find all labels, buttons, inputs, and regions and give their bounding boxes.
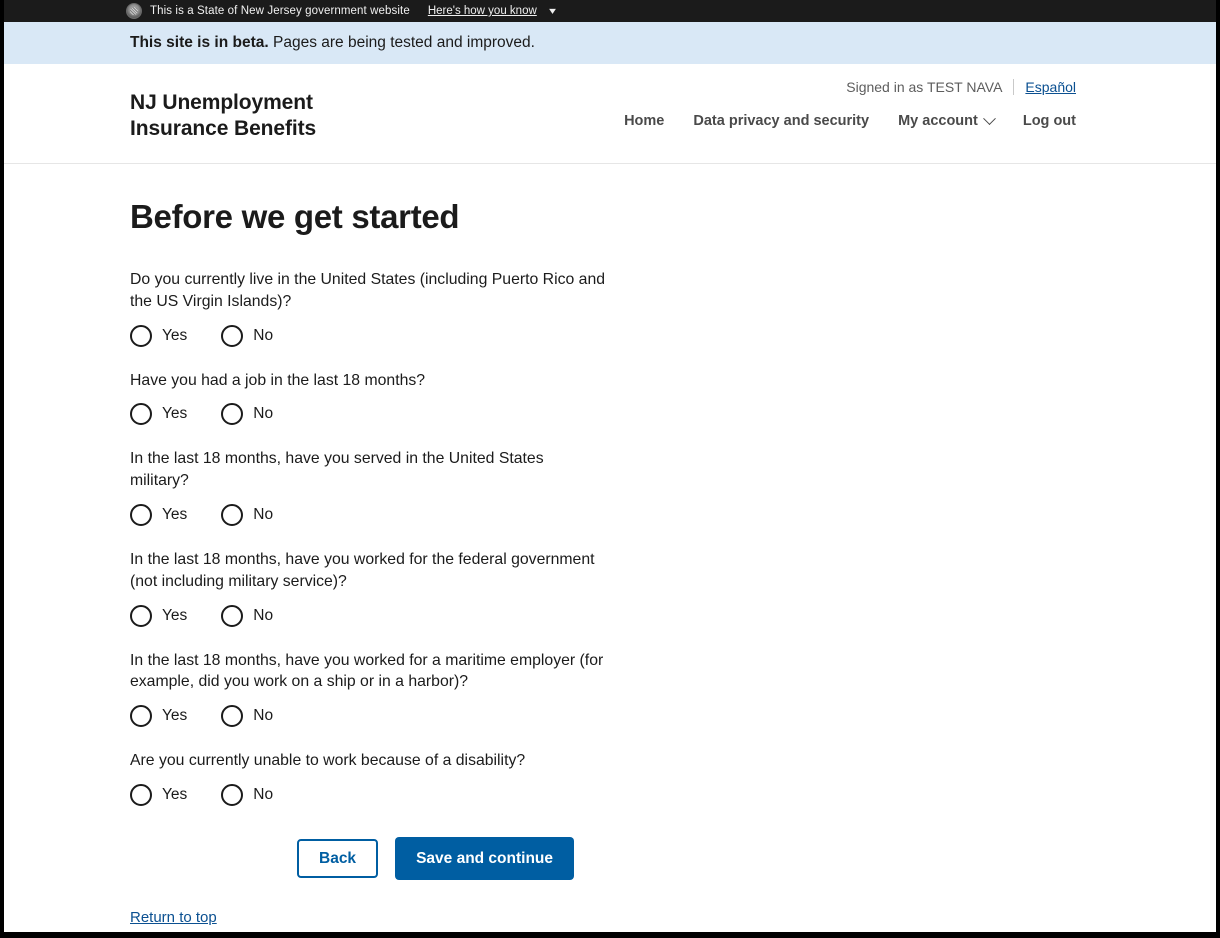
radio-label: Yes: [162, 405, 188, 423]
radio-option-military-service-no[interactable]: No: [221, 503, 274, 526]
radio-option-recent-job-yes[interactable]: Yes: [130, 403, 188, 426]
question-block-recent-job: Have you had a job in the last 18 months…: [130, 370, 1216, 426]
radio-option-disability-no[interactable]: No: [221, 783, 274, 806]
radio-group-disability: Yes No: [130, 783, 1216, 806]
radio-group-federal-employment: Yes No: [130, 604, 1216, 627]
nav-item-data-privacy-label: Data privacy and security: [693, 113, 870, 130]
radio-label: Yes: [162, 505, 188, 523]
question-label: In the last 18 months, have you served i…: [130, 450, 544, 490]
radio-circle-icon[interactable]: [130, 403, 152, 426]
how-you-know-link[interactable]: Here's how you know: [428, 5, 537, 17]
radio-circle-icon[interactable]: [221, 783, 244, 806]
chevron-down-icon: [982, 112, 996, 125]
nav-item-log-out[interactable]: Log out: [1023, 113, 1076, 129]
question-label: In the last 18 months, have you worked f…: [130, 651, 604, 691]
beta-banner-rest: Pages are being tested and improved.: [268, 34, 535, 51]
radio-option-disability-yes[interactable]: Yes: [130, 783, 188, 806]
question-block-maritime-employer: In the last 18 months, have you worked f…: [130, 650, 1216, 728]
radio-circle-icon[interactable]: [221, 324, 244, 347]
radio-circle-icon[interactable]: [130, 604, 152, 627]
radio-circle-icon[interactable]: [221, 503, 244, 526]
radio-label: Yes: [162, 707, 188, 725]
question-block-military-service: In the last 18 months, have you served i…: [130, 448, 1216, 526]
question-block-residency: Do you currently live in the United Stat…: [130, 269, 1216, 347]
radio-option-federal-employment-no[interactable]: No: [221, 604, 274, 627]
radio-option-federal-employment-yes[interactable]: Yes: [130, 604, 188, 627]
eligibility-form: Do you currently live in the United Stat…: [130, 269, 1216, 881]
main-navigation: Home Data privacy and security My accoun…: [624, 112, 1076, 141]
question-label: Have you had a job in the last 18 months…: [130, 371, 426, 389]
radio-group-military-service: Yes No: [130, 503, 1216, 526]
nav-item-my-account[interactable]: My account: [898, 112, 996, 130]
browser-viewport: This is a State of New Jersey government…: [4, 0, 1216, 932]
government-banner-text: This is a State of New Jersey government…: [150, 5, 410, 17]
question-block-disability: Are you currently unable to work because…: [130, 750, 1216, 806]
radio-circle-icon[interactable]: [221, 705, 244, 728]
question-label: In the last 18 months, have you worked f…: [130, 550, 595, 590]
question-label: Do you currently live in the United Stat…: [130, 271, 606, 310]
nav-item-my-account-label: My account: [898, 113, 978, 130]
beta-banner-bold: This site is in beta.: [130, 34, 269, 51]
nav-item-home[interactable]: Home: [624, 113, 664, 129]
language-toggle-espanol[interactable]: Español: [1025, 79, 1076, 95]
beta-banner: This site is in beta. Pages are being te…: [4, 22, 1216, 64]
nav-item-home-label: Home: [624, 113, 665, 130]
page-title: Before we get started: [130, 198, 460, 235]
nav-item-data-privacy-and-security[interactable]: Data privacy and security: [693, 113, 869, 129]
radio-label: No: [253, 707, 274, 725]
radio-label: No: [253, 326, 274, 344]
radio-label: Yes: [162, 326, 188, 344]
radio-option-residency-yes[interactable]: Yes: [130, 324, 188, 347]
beta-banner-text: This site is in beta. Pages are being te…: [130, 34, 535, 52]
state-seal-icon: [126, 3, 142, 19]
radio-label: No: [253, 405, 274, 423]
radio-group-maritime-employer: Yes No: [130, 705, 1216, 728]
radio-option-maritime-employer-yes[interactable]: Yes: [130, 705, 188, 728]
main-content: Before we get started Do you currently l…: [4, 164, 1216, 927]
signed-in-status: Signed in as TEST NAVA: [846, 78, 1003, 95]
radio-label: Yes: [162, 785, 188, 803]
radio-label: No: [253, 606, 274, 624]
radio-circle-icon[interactable]: [130, 705, 152, 728]
back-button[interactable]: Back: [297, 838, 379, 879]
form-actions: Back Save and continue: [130, 836, 1216, 881]
government-banner: This is a State of New Jersey government…: [4, 0, 1216, 22]
question-block-federal-employment: In the last 18 months, have you worked f…: [130, 549, 1216, 627]
save-and-continue-button[interactable]: Save and continue: [395, 836, 575, 881]
radio-label: No: [253, 785, 274, 803]
radio-circle-icon[interactable]: [221, 403, 244, 426]
radio-label: Yes: [162, 606, 188, 624]
radio-circle-icon[interactable]: [130, 324, 152, 347]
nav-item-log-out-label: Log out: [1022, 113, 1076, 130]
utility-divider: [1013, 78, 1015, 95]
site-header: Signed in as TEST NAVA Español NJ Unempl…: [4, 64, 1216, 164]
site-title: NJ Unemployment Insurance Benefits: [130, 91, 317, 140]
chevron-down-icon[interactable]: ▾: [549, 6, 556, 17]
return-to-top-link[interactable]: Return to top: [130, 909, 217, 926]
radio-group-recent-job: Yes No: [130, 403, 1216, 426]
radio-circle-icon[interactable]: [130, 503, 152, 526]
radio-circle-icon[interactable]: [221, 604, 244, 627]
radio-group-residency: Yes No: [130, 324, 1216, 347]
radio-option-recent-job-no[interactable]: No: [221, 403, 274, 426]
radio-option-military-service-yes[interactable]: Yes: [130, 503, 188, 526]
radio-circle-icon[interactable]: [130, 783, 152, 806]
radio-option-maritime-employer-no[interactable]: No: [221, 705, 274, 728]
question-label: Are you currently unable to work because…: [130, 752, 526, 770]
radio-label: No: [253, 505, 274, 523]
radio-option-residency-no[interactable]: No: [221, 324, 274, 347]
